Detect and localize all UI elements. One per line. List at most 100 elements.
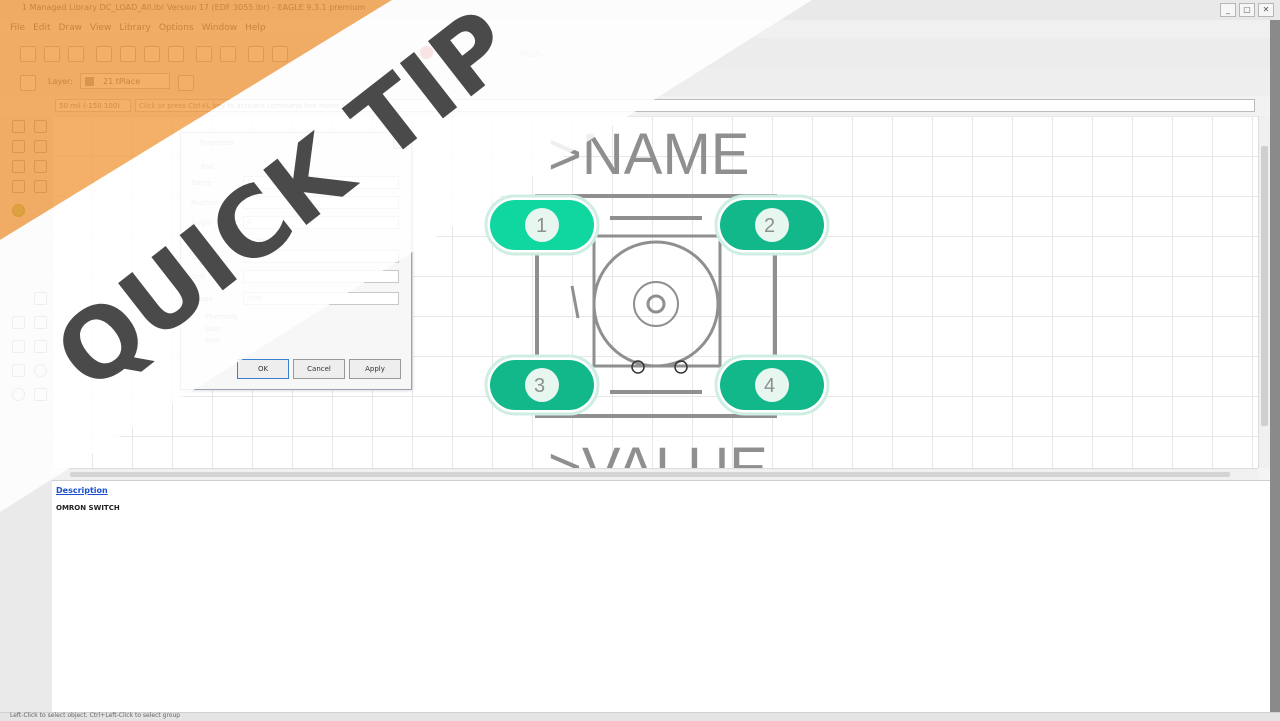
menu-file[interactable]: File [10,23,25,33]
zoom-in-icon[interactable] [248,46,264,62]
open-icon[interactable] [20,46,36,62]
maximize-button[interactable]: ▢ [1239,3,1255,17]
mirror-icon[interactable] [34,180,47,193]
pad-1[interactable]: 1 [484,194,600,256]
first-checkbox[interactable]: First [205,337,220,345]
diameter-select[interactable] [243,250,399,263]
library-icon[interactable] [96,46,112,62]
zoom-out-icon[interactable] [272,46,288,62]
field-label-diameter: Diameter [191,253,224,261]
eagle-window: 1 Managed Library DC_LOAD_All.lbr Versio… [0,0,1280,721]
description-panel: Description OMRON SWITCH [52,480,1270,713]
vertical-scroll-thumb[interactable] [1261,146,1268,426]
device-icon[interactable] [120,46,136,62]
grid-icon[interactable] [20,75,36,91]
description-link[interactable]: Description [56,486,108,495]
zoom-icon[interactable] [34,140,47,153]
ulp-icon[interactable] [220,46,236,62]
pad-4-number: 4 [764,375,775,397]
status-text: Left-Click to select object. Ctrl+Left-C… [10,712,181,719]
field-label-shape: Shape [191,295,213,303]
window-title: 1 Managed Library DC_LOAD_All.lbr Versio… [22,3,366,12]
arc-icon[interactable] [12,364,25,377]
dialog-title: Properties [199,139,235,147]
cancel-button[interactable]: Cancel [293,359,345,379]
toolbar: PADS [0,38,1280,69]
pad-4[interactable]: 4 [714,354,830,416]
pad-2-number: 2 [764,215,775,237]
title-bar: 1 Managed Library DC_LOAD_All.lbr Versio… [0,0,1280,21]
name-field[interactable]: 1 [243,176,399,189]
print-icon[interactable] [68,46,84,62]
dialog-group-label: Pad [201,163,214,171]
dimension-icon[interactable] [12,340,25,353]
thermals-checkbox[interactable]: Thermals [205,313,237,321]
pad-1-number: 1 [536,215,547,237]
pad-2[interactable]: 2 [714,194,830,256]
polygon-icon[interactable] [34,316,47,329]
position-field[interactable] [243,196,399,209]
copy-icon[interactable] [34,160,47,173]
angle-field[interactable]: 0 [243,216,399,229]
layer-color-swatch [85,77,94,86]
layer-select[interactable]: 21 tPlace [80,73,170,89]
stop-checkbox[interactable]: Stop [205,325,221,333]
package-icon[interactable] [144,46,160,62]
window-controls: _ ▢ ✕ [1220,3,1274,17]
shape-select[interactable]: long [243,292,399,305]
value-label: >VALUE [548,436,768,468]
description-text: OMRON SWITCH [56,504,120,512]
tool-palette [0,116,53,716]
pad-3-number: 3 [534,375,545,397]
wire-icon[interactable] [12,316,25,329]
toolbar-label: PADS [520,50,542,59]
drill-select[interactable] [243,270,399,283]
command-line-input[interactable]: Click or press Ctrl+L key to activate co… [135,99,1255,112]
wrench-icon[interactable] [34,292,47,305]
ok-button[interactable]: OK [237,359,289,379]
info-icon[interactable] [12,120,25,133]
stop-icon[interactable] [420,46,433,59]
dialog-close-button[interactable]: ✕ [393,137,407,149]
rect-icon[interactable] [34,388,47,401]
menu-library[interactable]: Library [119,23,150,33]
rotate-icon[interactable] [12,180,25,193]
menu-view[interactable]: View [90,23,111,33]
layer-select-value: 21 tPlace [103,77,141,86]
menu-draw[interactable]: Draw [59,23,83,33]
show-icon[interactable] [34,120,47,133]
apply-button[interactable]: Apply [349,359,401,379]
field-label-angle: Angle [191,219,211,227]
name-label: >NAME [548,122,749,187]
move-icon[interactable] [12,160,25,173]
menu-edit[interactable]: Edit [33,23,50,33]
text-icon[interactable] [34,340,47,353]
parameter-bar: Layer: 21 tPlace [0,68,1280,97]
mark-icon[interactable] [12,140,25,153]
mirror-checkbox[interactable]: Mirror [257,237,278,245]
script-icon[interactable] [196,46,212,62]
save-icon[interactable] [44,46,60,62]
switch-contact [570,285,580,319]
horizontal-scroll-thumb[interactable] [70,472,1230,477]
circle-icon[interactable] [34,364,47,377]
actuator-center [646,294,666,314]
field-label-drill: Drill [191,273,206,281]
field-label-position: Position [191,199,219,207]
menu-bar: File Edit Draw View Library Options Wind… [0,20,1280,38]
command-bar: 50 mil (-150 100) Click or press Ctrl+L … [0,96,1280,117]
field-label-name: Name [191,179,212,187]
hole-icon[interactable] [12,388,25,401]
layer-label: Layer: [48,77,73,86]
properties-dialog: Properties ✕ Pad Name 1 Position Angle 0… [180,132,412,390]
pad-tool-icon[interactable] [12,204,25,217]
layer-settings-icon[interactable] [178,75,194,91]
menu-window[interactable]: Window [202,23,238,33]
menu-options[interactable]: Options [159,23,194,33]
menu-help[interactable]: Help [245,23,266,33]
minimize-button[interactable]: _ [1220,3,1236,17]
symbol-icon[interactable] [168,46,184,62]
close-button[interactable]: ✕ [1258,3,1274,17]
actuator-inner [633,281,679,327]
pad-3[interactable]: 3 [484,354,600,416]
